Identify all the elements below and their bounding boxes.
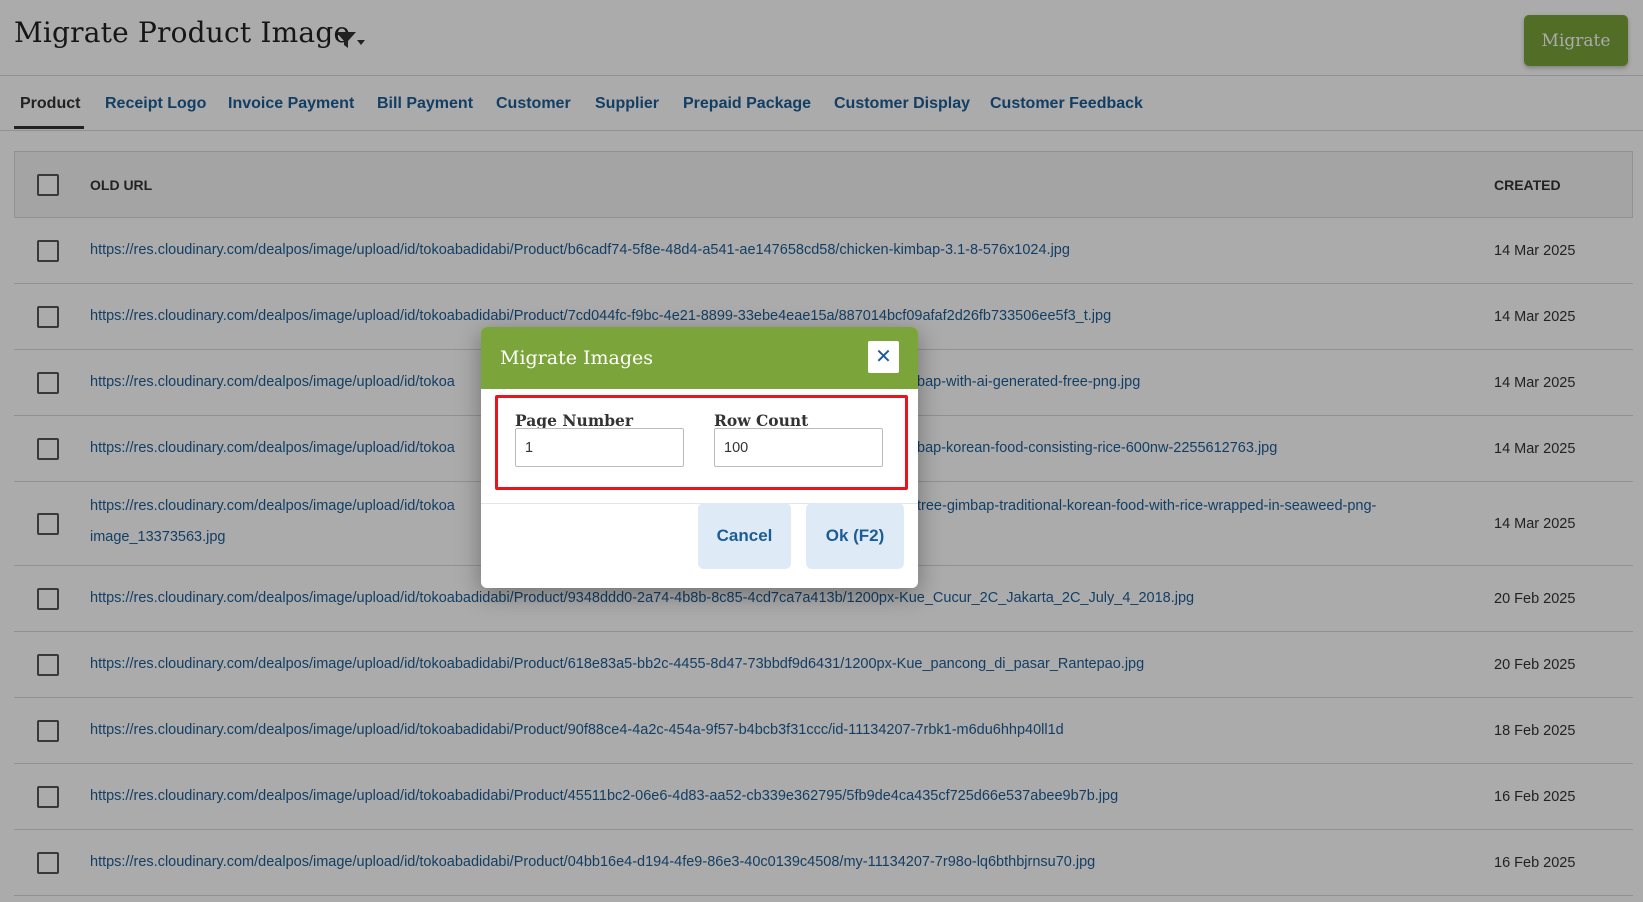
- migrate-images-dialog: Migrate Images ✕ Page Number Row Count C…: [481, 327, 918, 588]
- ok-button[interactable]: Ok (F2): [806, 503, 904, 569]
- app: Migrate Product Image Migrate Product Re…: [0, 0, 1643, 902]
- close-button[interactable]: ✕: [868, 341, 899, 373]
- row-count-input[interactable]: [714, 428, 883, 467]
- dialog-title: Migrate Images: [500, 347, 654, 369]
- dialog-header: Migrate Images ✕: [481, 327, 918, 389]
- cancel-button[interactable]: Cancel: [698, 503, 791, 569]
- page-number-input[interactable]: [515, 428, 684, 467]
- close-icon: ✕: [875, 346, 892, 368]
